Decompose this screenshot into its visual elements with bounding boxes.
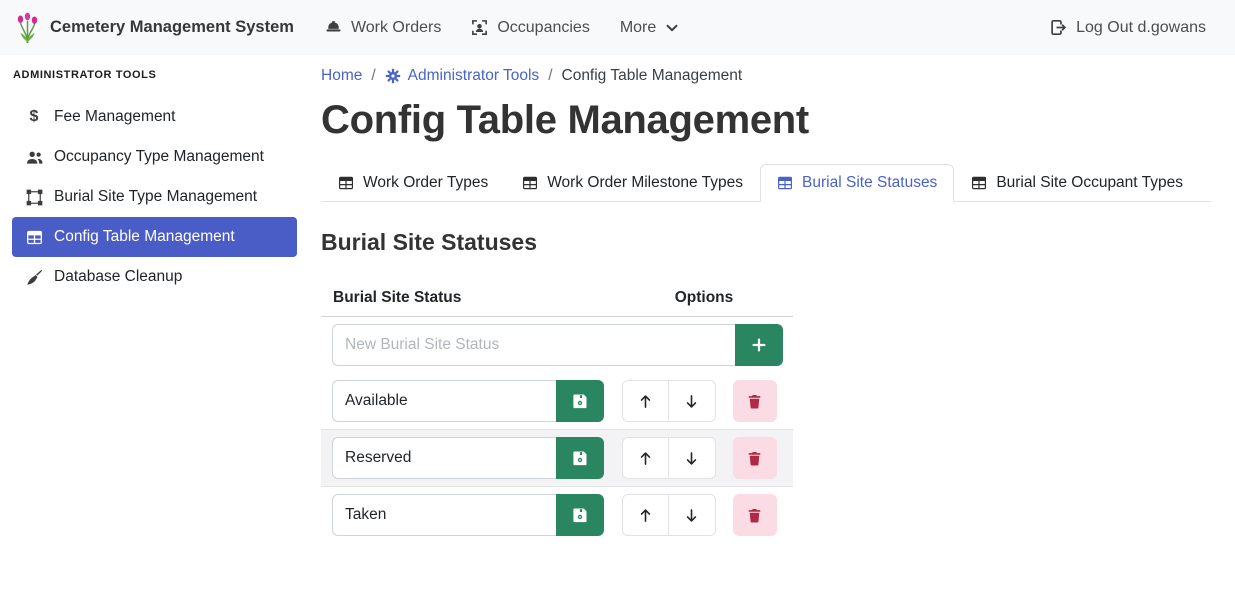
delete-status-button[interactable]: [733, 380, 777, 422]
nav-item-occupancies[interactable]: Occupancies: [456, 11, 605, 45]
sidebar-item-label: Config Table Management: [54, 228, 235, 246]
move-up-button[interactable]: [623, 495, 669, 535]
new-status-row: [321, 317, 793, 373]
sidebar-heading: ADMINISTRATOR TOOLS: [13, 69, 297, 81]
delete-status-button[interactable]: [733, 494, 777, 536]
new-status-input[interactable]: [332, 324, 735, 366]
arrow-down-icon: [683, 393, 700, 410]
move-down-button[interactable]: [669, 438, 715, 478]
save-icon: [572, 450, 588, 466]
move-down-button[interactable]: [669, 381, 715, 421]
arrow-down-icon: [683, 507, 700, 524]
logout-button[interactable]: Log Out d.gowans: [1035, 11, 1221, 45]
arrow-up-icon: [637, 393, 654, 410]
sidebar: ADMINISTRATOR TOOLS $ Fee Management Occ…: [0, 55, 310, 591]
table-header-row: Burial Site Status Options: [321, 281, 793, 317]
sidebar-item-occupancy-type-management[interactable]: Occupancy Type Management: [12, 137, 297, 177]
arrow-up-icon: [637, 507, 654, 524]
breadcrumb-separator: /: [548, 67, 552, 85]
hard-hat-icon: [325, 19, 342, 36]
plus-icon: [750, 336, 768, 354]
breadcrumb-admin-tools-link[interactable]: Administrator Tools: [385, 67, 540, 85]
save-icon: [572, 507, 588, 523]
navbar-right: Log Out d.gowans: [1035, 11, 1221, 45]
nav-item-more[interactable]: More: [605, 11, 694, 45]
reorder-button-group: [622, 380, 716, 422]
tulip-logo-icon: [14, 12, 41, 44]
reorder-button-group: [622, 494, 716, 536]
sidebar-item-database-cleanup[interactable]: Database Cleanup: [12, 257, 297, 297]
save-icon: [572, 393, 588, 409]
people-icon: [25, 149, 43, 166]
save-status-button[interactable]: [556, 437, 604, 479]
table-icon: [522, 175, 538, 191]
tab-label: Work Order Milestone Types: [547, 174, 743, 192]
tab-work-order-types[interactable]: Work Order Types: [321, 164, 505, 202]
sidebar-item-fee-management[interactable]: $ Fee Management: [12, 97, 297, 137]
table-icon: [777, 175, 793, 191]
tab-work-order-milestone-types[interactable]: Work Order Milestone Types: [505, 164, 760, 202]
trash-icon: [747, 451, 762, 466]
add-status-button[interactable]: [735, 324, 783, 366]
top-navbar: Cemetery Management System Work Orders: [0, 0, 1235, 55]
brand[interactable]: Cemetery Management System: [14, 12, 294, 44]
status-name-input[interactable]: [332, 494, 556, 536]
sidebar-item-label: Burial Site Type Management: [54, 188, 257, 206]
status-name-input[interactable]: [332, 380, 556, 422]
reorder-button-group: [622, 437, 716, 479]
gear-icon: [385, 68, 401, 84]
move-up-button[interactable]: [623, 438, 669, 478]
trash-icon: [747, 394, 762, 409]
delete-status-button[interactable]: [733, 437, 777, 479]
status-row-available: [321, 373, 793, 430]
tab-bar: Work Order Types Work Order Milestone Ty…: [321, 164, 1211, 202]
arrow-up-icon: [637, 450, 654, 467]
tab-label: Burial Site Statuses: [802, 174, 937, 192]
brand-title: Cemetery Management System: [50, 18, 294, 37]
tab-burial-site-occupant-types[interactable]: Burial Site Occupant Types: [954, 164, 1200, 202]
status-row-reserved: [321, 430, 793, 487]
sidebar-item-label: Database Cleanup: [54, 268, 182, 286]
column-header-options: Options: [615, 289, 793, 307]
person-bounding-box-icon: [471, 19, 488, 36]
nav-item-work-orders[interactable]: Work Orders: [310, 11, 456, 45]
tab-label: Burial Site Occupant Types: [996, 174, 1183, 192]
logout-label: Log Out d.gowans: [1076, 19, 1206, 37]
save-status-button[interactable]: [556, 380, 604, 422]
move-up-button[interactable]: [623, 381, 669, 421]
sidebar-item-burial-site-type-management[interactable]: Burial Site Type Management: [12, 177, 297, 217]
status-name-input[interactable]: [332, 437, 556, 479]
nav-item-label: Occupancies: [497, 19, 590, 37]
burial-site-status-table: Burial Site Status Options: [321, 281, 793, 543]
breadcrumb-home-link[interactable]: Home: [321, 67, 362, 85]
status-row-taken: [321, 487, 793, 543]
column-header-status: Burial Site Status: [321, 289, 615, 307]
sidebar-item-config-table-management[interactable]: Config Table Management: [12, 217, 297, 257]
sidebar-item-label: Occupancy Type Management: [54, 148, 264, 166]
chevron-down-icon: [665, 21, 679, 35]
table-icon: [971, 175, 987, 191]
save-status-button[interactable]: [556, 494, 604, 536]
table-icon: [25, 229, 43, 246]
breadcrumb: Home /: [321, 67, 1211, 85]
nav-item-label: Work Orders: [351, 19, 441, 37]
sidebar-item-label: Fee Management: [54, 108, 176, 126]
page-title: Config Table Management: [321, 98, 1211, 143]
dollar-icon: $: [25, 108, 43, 126]
tab-label: Work Order Types: [363, 174, 488, 192]
breadcrumb-current: Config Table Management: [562, 67, 743, 85]
broom-icon: [25, 269, 43, 286]
bounding-box-icon: [25, 189, 43, 206]
trash-icon: [747, 508, 762, 523]
nav-item-label: More: [620, 19, 656, 37]
move-down-button[interactable]: [669, 495, 715, 535]
box-arrow-right-icon: [1050, 19, 1067, 36]
tab-burial-site-statuses[interactable]: Burial Site Statuses: [760, 164, 954, 202]
arrow-down-icon: [683, 450, 700, 467]
nav-links: Work Orders Occupancies More: [310, 11, 694, 45]
section-title: Burial Site Statuses: [321, 229, 1211, 256]
main-content: Home /: [310, 55, 1235, 591]
table-icon: [338, 175, 354, 191]
breadcrumb-separator: /: [371, 67, 375, 85]
